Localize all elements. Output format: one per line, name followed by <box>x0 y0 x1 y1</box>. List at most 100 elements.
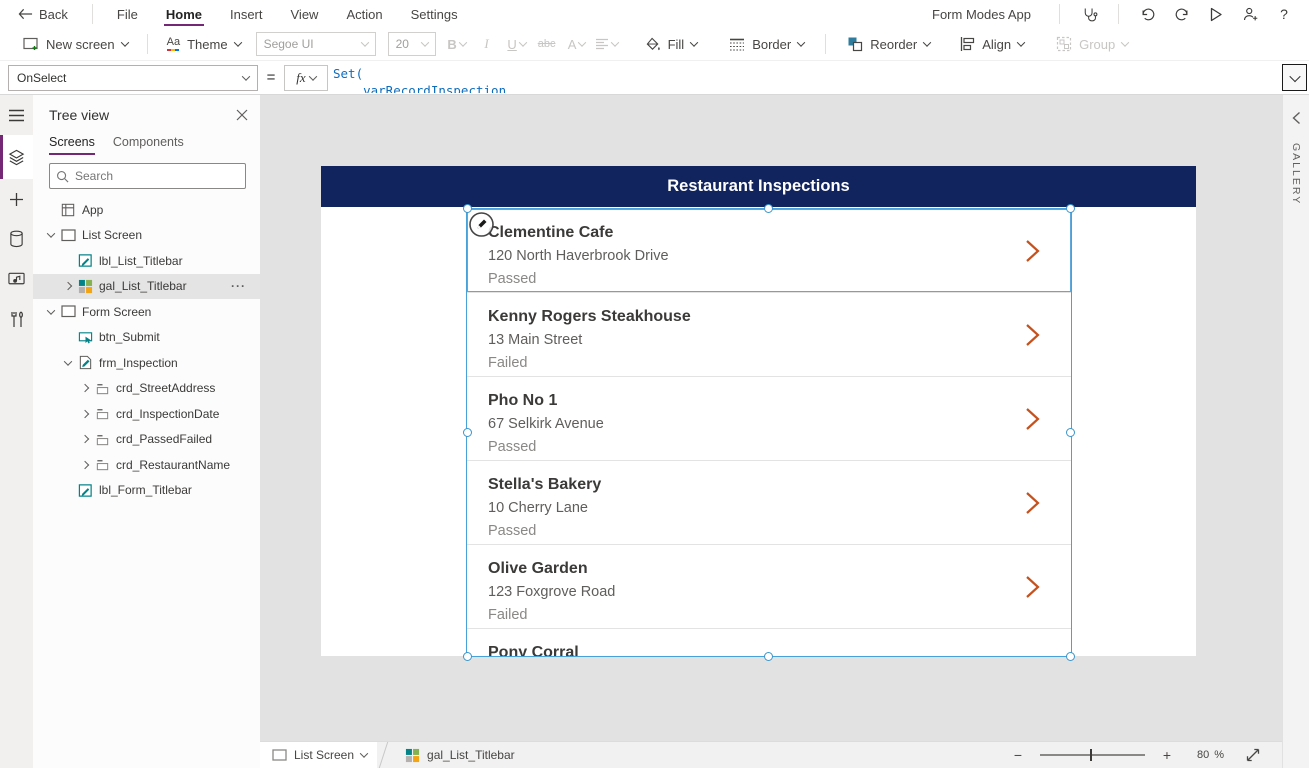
underline-button[interactable]: U <box>502 31 532 57</box>
screen-title-label: Restaurant Inspections <box>667 177 849 196</box>
formula-expand-button[interactable] <box>1282 64 1307 91</box>
chevron-down-icon[interactable] <box>47 230 55 238</box>
item-chevron-right-icon[interactable] <box>1024 323 1041 347</box>
restaurant-address: 120 North Haverbrook Drive <box>488 245 1071 268</box>
play-icon[interactable] <box>1201 1 1231 27</box>
left-navigation-rail <box>0 95 33 768</box>
item-chevron-right-icon[interactable] <box>1024 575 1041 599</box>
menu-item-insert[interactable]: Insert <box>216 0 277 28</box>
gallery-item[interactable]: Stella's Bakery10 Cherry LanePassed <box>467 461 1071 545</box>
chevron-down-icon[interactable] <box>64 357 72 365</box>
screen-tab[interactable]: List Screen <box>260 742 377 768</box>
chevron-right-icon[interactable] <box>81 410 89 418</box>
menu-item-home[interactable]: Home <box>152 0 216 28</box>
tree-item-crd_streetaddress[interactable]: crd_StreetAddress <box>33 376 260 402</box>
screen-titlebar[interactable]: Restaurant Inspections <box>321 166 1196 207</box>
tree-item-gal_list_titlebar[interactable]: gal_List_Titlebar··· <box>33 274 260 300</box>
fx-button[interactable]: fx <box>284 65 328 91</box>
tree-item-btn_submit[interactable]: btn_Submit <box>33 325 260 351</box>
close-icon[interactable] <box>236 109 248 121</box>
property-value: OnSelect <box>17 71 66 85</box>
border-button[interactable]: Border <box>720 30 813 58</box>
item-chevron-right-icon[interactable] <box>1024 407 1041 431</box>
selection-handle-bottom-left[interactable] <box>463 652 472 661</box>
back-button[interactable]: Back <box>0 0 82 28</box>
gallery-item[interactable]: Pho No 167 Selkirk AvenuePassed <box>467 377 1071 461</box>
media-rail-icon[interactable] <box>0 259 33 299</box>
fit-to-window-icon[interactable] <box>1246 748 1260 762</box>
chevron-right-icon[interactable] <box>81 384 89 392</box>
fill-button[interactable]: Fill <box>636 30 707 58</box>
text-align-icon <box>595 38 609 50</box>
item-chevron-right-icon[interactable] <box>1024 239 1041 263</box>
chevron-down-icon[interactable] <box>47 306 55 314</box>
font-family-select[interactable]: Segoe UI <box>256 32 376 56</box>
tree-item-crd_inspectiondate[interactable]: crd_InspectionDate <box>33 401 260 427</box>
tab-components[interactable]: Components <box>113 135 184 155</box>
zoom-slider-thumb[interactable] <box>1090 749 1093 761</box>
zoom-out-button[interactable]: − <box>1010 747 1026 763</box>
reorder-button[interactable]: Reorder <box>838 30 939 58</box>
selection-handle-bottom-middle[interactable] <box>764 652 773 661</box>
zoom-in-button[interactable]: + <box>1159 747 1175 763</box>
selection-handle-bottom-right[interactable] <box>1066 652 1075 661</box>
menu-item-action[interactable]: Action <box>332 0 396 28</box>
zoom-slider[interactable] <box>1040 754 1145 756</box>
property-select[interactable]: OnSelect <box>8 65 258 91</box>
group-button[interactable]: Group <box>1047 30 1137 58</box>
app-checker-icon[interactable] <box>1074 1 1104 27</box>
insert-rail-icon[interactable] <box>0 179 33 219</box>
selection-handle-top-right[interactable] <box>1066 204 1075 213</box>
theme-button[interactable]: Aa Theme <box>158 30 250 58</box>
expand-panel-chevron-icon[interactable] <box>1292 111 1301 125</box>
align-button[interactable]: Align <box>951 30 1033 58</box>
tree-item-list screen[interactable]: List Screen <box>33 223 260 249</box>
gallery-panel-label[interactable]: GALLERY <box>1290 143 1302 205</box>
menu-item-view[interactable]: View <box>277 0 333 28</box>
hamburger-menu-icon[interactable] <box>0 95 33 135</box>
help-icon[interactable]: ? <box>1269 1 1299 27</box>
selected-control-indicator[interactable]: gal_List_Titlebar <box>391 748 515 763</box>
tree-item-crd_passedfailed[interactable]: crd_PassedFailed <box>33 427 260 453</box>
font-size-select[interactable]: 20 <box>388 32 436 56</box>
advanced-tools-rail-icon[interactable] <box>0 299 33 339</box>
tree-item-lbl_list_titlebar[interactable]: lbl_List_Titlebar <box>33 248 260 274</box>
menu-item-file[interactable]: File <box>103 0 152 28</box>
tab-screens[interactable]: Screens <box>49 135 95 155</box>
gallery-edit-pencil-icon[interactable] <box>468 211 495 238</box>
strikethrough-button[interactable]: abc <box>532 31 562 57</box>
tree-item-lbl_form_titlebar[interactable]: lbl_Form_Titlebar <box>33 478 260 504</box>
data-rail-icon[interactable] <box>0 219 33 259</box>
chevron-right-icon[interactable] <box>81 461 89 469</box>
selection-handle-middle-left[interactable] <box>463 428 472 437</box>
redo-icon[interactable] <box>1167 1 1197 27</box>
gallery-item[interactable]: Clementine Cafe120 North Haverbrook Driv… <box>467 209 1071 293</box>
formula-line1: Set( <box>333 66 363 81</box>
tree-view-rail-icon[interactable] <box>0 135 33 179</box>
share-user-icon[interactable] <box>1235 1 1265 27</box>
selection-handle-middle-right[interactable] <box>1066 428 1075 437</box>
more-options-icon[interactable]: ··· <box>231 279 246 293</box>
tree-item-app[interactable]: App <box>33 197 260 223</box>
formula-input[interactable]: Set( varRecordInspection <box>333 63 1280 93</box>
gallery-item[interactable]: Olive Garden123 Foxgrove RoadFailed <box>467 545 1071 629</box>
bold-button[interactable]: B <box>442 31 472 57</box>
selection-handle-top-middle[interactable] <box>764 204 773 213</box>
menu-item-settings[interactable]: Settings <box>397 0 472 28</box>
search-input[interactable] <box>75 169 239 183</box>
tree-item-frm_inspection[interactable]: frm_Inspection <box>33 350 260 376</box>
chevron-right-icon[interactable] <box>81 435 89 443</box>
item-chevron-right-icon[interactable] <box>1024 491 1041 515</box>
font-color-button[interactable]: A <box>562 31 592 57</box>
italic-button[interactable]: I <box>472 31 502 57</box>
tree-item-crd_restaurantname[interactable]: crd_RestaurantName <box>33 452 260 478</box>
tree-search-box[interactable] <box>49 163 246 189</box>
gallery-item[interactable]: Kenny Rogers Steakhouse13 Main StreetFai… <box>467 293 1071 377</box>
undo-icon[interactable] <box>1133 1 1163 27</box>
chevron-right-icon[interactable] <box>64 282 72 290</box>
tree-item-form screen[interactable]: Form Screen <box>33 299 260 325</box>
canvas-area[interactable]: Restaurant Inspections Clementine Cafe12… <box>260 95 1282 741</box>
gallery-control[interactable]: Clementine Cafe120 North Haverbrook Driv… <box>467 209 1071 656</box>
text-align-button[interactable] <box>592 31 622 57</box>
new-screen-button[interactable]: New screen <box>14 30 137 58</box>
